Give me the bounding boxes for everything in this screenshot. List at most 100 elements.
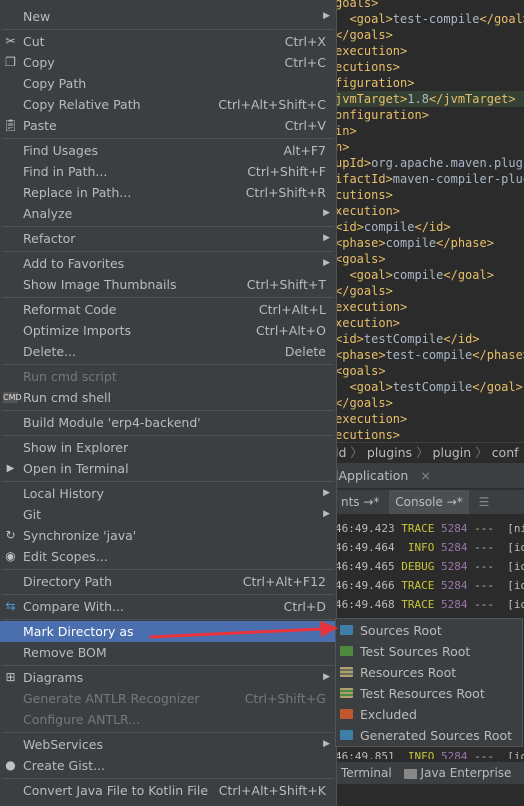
- code-line: execution>: [335, 411, 524, 427]
- menu-item-local-history[interactable]: Local History ▶: [0, 483, 336, 504]
- separator: [2, 778, 334, 779]
- menu-item-optimize-imports[interactable]: Optimize Imports Ctrl+Alt+O: [0, 320, 336, 341]
- compare-icon: ⇆: [5, 599, 16, 613]
- menu-item-remove-bom[interactable]: Remove BOM: [0, 642, 336, 663]
- separator: [2, 732, 334, 733]
- breadcrumb-item[interactable]: conf: [492, 445, 519, 460]
- log-line: 46:49.464 INFO 5284 --- [io-80: [335, 538, 524, 557]
- menu-item-refactor[interactable]: Refactor ▶: [0, 228, 336, 249]
- submenu-arrow-icon: ▶: [323, 488, 330, 498]
- xml-tag: goals>: [335, 0, 379, 10]
- log-message: --- [io-80: [474, 541, 524, 554]
- menu-item-create-gist[interactable]: ● Create Gist...: [0, 755, 336, 776]
- separator: [2, 297, 334, 298]
- tab-console[interactable]: Console →*: [389, 490, 469, 514]
- menu-item-edit-scopes[interactable]: ◉ Edit Scopes...: [0, 546, 336, 567]
- menu-item-compare-with[interactable]: ⇆ Compare With... Ctrl+D: [0, 596, 336, 617]
- submenu-item-excluded[interactable]: Excluded: [336, 704, 522, 725]
- code-line: xecution>: [335, 315, 524, 331]
- menu-item-analyze[interactable]: Analyze ▶: [0, 203, 336, 224]
- test-sources-folder-icon: [340, 646, 353, 656]
- test-resources-folder-icon: [340, 688, 353, 698]
- menu-item-directory-path[interactable]: Directory Path Ctrl+Alt+F12: [0, 571, 336, 592]
- menu-item-paste[interactable]: 📋︎ Paste Ctrl+V: [0, 115, 336, 136]
- submenu-item-sources-root[interactable]: Sources Root: [336, 620, 522, 641]
- menu-item-new[interactable]: New ▶: [0, 6, 336, 27]
- xml-text: org.apache.maven.plugi: [371, 156, 524, 170]
- tab-endpoints[interactable]: nts →*: [335, 490, 385, 514]
- close-icon[interactable]: ×: [420, 468, 430, 483]
- menu-item-find-usages[interactable]: Find Usages Alt+F7: [0, 140, 336, 161]
- menu-item-git[interactable]: Git ▶: [0, 504, 336, 525]
- log-pid: 5284: [440, 560, 468, 573]
- submenu-arrow-icon: ▶: [323, 509, 330, 519]
- breadcrumb-item[interactable]: plugins: [367, 445, 412, 460]
- menu-item-run-cmd-shell[interactable]: CMD Run cmd shell: [0, 387, 336, 408]
- log-level: INFO: [401, 541, 441, 554]
- menu-item-delete[interactable]: Delete... Delete: [0, 341, 336, 362]
- xml-text: testCompile: [363, 332, 444, 346]
- xml-tag: <goals>: [335, 252, 386, 266]
- separator: [2, 481, 334, 482]
- sync-icon: ↻: [5, 528, 16, 542]
- submenu-item-resources-root[interactable]: Resources Root: [336, 662, 522, 683]
- log-line: 46:49.465 DEBUG 5284 --- [io-80: [335, 557, 524, 576]
- code-line: execution>: [335, 299, 524, 315]
- diagram-icon: ⊞: [5, 670, 16, 684]
- menu-item-synchronize[interactable]: ↻ Synchronize 'java': [0, 525, 336, 546]
- separator: [2, 364, 334, 365]
- log-time: 46:49.465: [335, 560, 402, 573]
- menu-item-copy-relative-path[interactable]: Copy Relative Path Ctrl+Alt+Shift+C: [0, 94, 336, 115]
- run-tab-bar: lApplication ×: [335, 463, 524, 488]
- tab-terminal[interactable]: Terminal: [341, 766, 392, 780]
- menu-item-copy-path[interactable]: Copy Path: [0, 73, 336, 94]
- submenu-arrow-icon: ▶: [323, 208, 330, 218]
- log-message: --- [io-80: [474, 598, 524, 611]
- log-level: TRACE: [401, 522, 441, 535]
- menu-item-mark-directory-as[interactable]: Mark Directory as: [0, 621, 336, 642]
- separator: [2, 435, 334, 436]
- menu-item-webservices[interactable]: WebServices ▶: [0, 734, 336, 755]
- log-pid: 5284: [440, 522, 468, 535]
- xml-tag: figuration>: [335, 76, 415, 90]
- menu-icon[interactable]: ☰: [479, 495, 490, 509]
- menu-item-cut[interactable]: ✂ Cut Ctrl+X: [0, 31, 336, 52]
- menu-item-configure-antlr: Configure ANTLR...: [23, 712, 141, 727]
- menu-item-copy[interactable]: ❐ Copy Ctrl+C: [0, 52, 336, 73]
- menu-item-replace-in-path[interactable]: Replace in Path... Ctrl+Shift+R: [0, 182, 336, 203]
- xml-tag: <goal>: [335, 12, 393, 26]
- menu-item-reformat-code[interactable]: Reformat Code Ctrl+Alt+L: [0, 299, 336, 320]
- separator: [2, 29, 334, 30]
- tab-java-enterprise[interactable]: Java Enterprise: [421, 766, 512, 780]
- log-time: 46:49.851: [335, 750, 402, 759]
- xml-tag: </id>: [414, 220, 451, 234]
- xml-text: maven-compiler-plug: [392, 172, 524, 186]
- menu-item-show-image-thumbnails[interactable]: Show Image Thumbnails Ctrl+Shift+T: [0, 274, 336, 295]
- code-line: upId>org.apache.maven.plugi: [335, 155, 524, 171]
- xml-text: compile: [392, 268, 444, 282]
- submenu-item-test-sources-root[interactable]: Test Sources Root: [336, 641, 522, 662]
- code-line: <id>testCompile</id>: [335, 331, 524, 347]
- xml-tag: <id>: [335, 332, 364, 346]
- log-line: 46:49.423 TRACE 5284 --- [nio-80: [335, 519, 524, 538]
- menu-item-find-in-path[interactable]: Find in Path... Ctrl+Shift+F: [0, 161, 336, 182]
- menu-item-add-to-favorites[interactable]: Add to Favorites ▶: [0, 253, 336, 274]
- excluded-folder-icon: [340, 709, 353, 719]
- menu-item-diagrams[interactable]: ⊞ Diagrams ▶: [0, 667, 336, 688]
- submenu-item-generated-sources-root[interactable]: Generated Sources Root: [336, 725, 522, 746]
- xml-tag: </phase>: [472, 348, 524, 362]
- menu-item-open-in-terminal[interactable]: ▶ Open in Terminal: [0, 458, 336, 479]
- xml-text: compile: [385, 236, 437, 250]
- submenu-item-test-resources-root[interactable]: Test Resources Root: [336, 683, 522, 704]
- menu-item-convert-to-kotlin[interactable]: Convert Java File to Kotlin File Ctrl+Alt…: [0, 780, 336, 801]
- xml-tag: </goal>: [443, 268, 494, 282]
- menu-item-show-in-explorer[interactable]: Show in Explorer: [0, 437, 336, 458]
- xml-tag: <goals>: [335, 364, 386, 378]
- run-config-tab[interactable]: lApplication: [335, 468, 408, 483]
- resources-folder-icon: [340, 667, 353, 677]
- xml-tag: </jvmTarget>: [428, 92, 516, 106]
- code-editor[interactable]: 380goals> <goal>test-compile</goal></goa…: [335, 0, 524, 442]
- bottom-tool-bar: Terminal Java Enterprise: [335, 762, 524, 784]
- breadcrumb-item[interactable]: plugin: [433, 445, 472, 460]
- menu-item-build-module[interactable]: Build Module 'erp4-backend': [0, 412, 336, 433]
